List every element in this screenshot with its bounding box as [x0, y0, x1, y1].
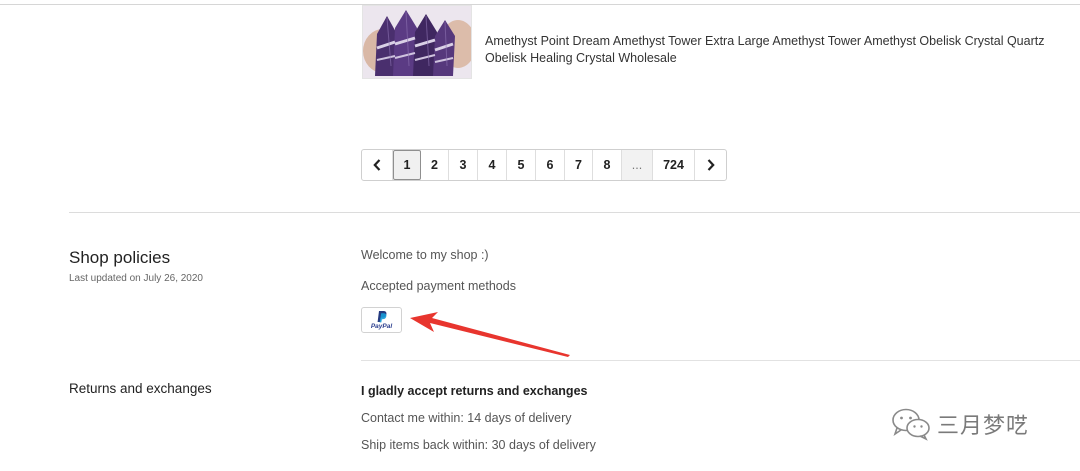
listing-thumbnail[interactable] — [362, 5, 472, 79]
page-button-1[interactable]: 1 — [393, 150, 421, 180]
page-button-8[interactable]: 8 — [593, 150, 622, 180]
watermark-text: 三月梦呓 — [937, 413, 1030, 438]
page-button-last[interactable]: 724 — [653, 150, 695, 180]
page-button-7[interactable]: 7 — [565, 150, 593, 180]
listing-item[interactable]: Amethyst Point Dream Amethyst Tower Extr… — [362, 5, 1062, 80]
previous-page-button[interactable] — [362, 150, 393, 180]
paypal-payment-badge: PayPal — [361, 307, 402, 333]
page-button-5[interactable]: 5 — [507, 150, 536, 180]
amethyst-product-image — [363, 6, 471, 78]
wechat-icon — [892, 408, 930, 441]
chevron-left-icon — [373, 159, 381, 171]
payment-methods-heading: Accepted payment methods — [361, 279, 516, 293]
last-updated-text: Last updated on July 26, 2020 — [69, 273, 203, 284]
paypal-icon — [377, 311, 387, 323]
watermark: 三月梦呓 — [891, 407, 1029, 441]
policy-divider — [361, 360, 1080, 361]
page-button-6[interactable]: 6 — [536, 150, 565, 180]
chevron-right-icon — [707, 159, 715, 171]
returns-exchanges-heading: Returns and exchanges — [69, 381, 212, 396]
returns-contact-window: Contact me within: 14 days of delivery — [361, 411, 572, 425]
paypal-label: PayPal — [370, 323, 393, 330]
pagination-ellipsis: ... — [622, 150, 653, 180]
next-page-button[interactable] — [695, 150, 726, 180]
page-button-3[interactable]: 3 — [449, 150, 478, 180]
returns-policy-heading: I gladly accept returns and exchanges — [361, 384, 588, 398]
page-button-2[interactable]: 2 — [421, 150, 449, 180]
welcome-message: Welcome to my shop :) — [361, 248, 489, 262]
section-divider — [69, 212, 1080, 213]
shop-policies-heading: Shop policies — [69, 248, 171, 267]
page-button-4[interactable]: 4 — [478, 150, 507, 180]
pagination: 1 2 3 4 5 6 7 8 ... 724 — [361, 149, 727, 181]
returns-ship-back-window: Ship items back within: 30 days of deliv… — [361, 438, 596, 452]
annotation-arrow-icon — [410, 312, 570, 357]
listing-title[interactable]: Amethyst Point Dream Amethyst Tower Extr… — [485, 33, 1045, 66]
